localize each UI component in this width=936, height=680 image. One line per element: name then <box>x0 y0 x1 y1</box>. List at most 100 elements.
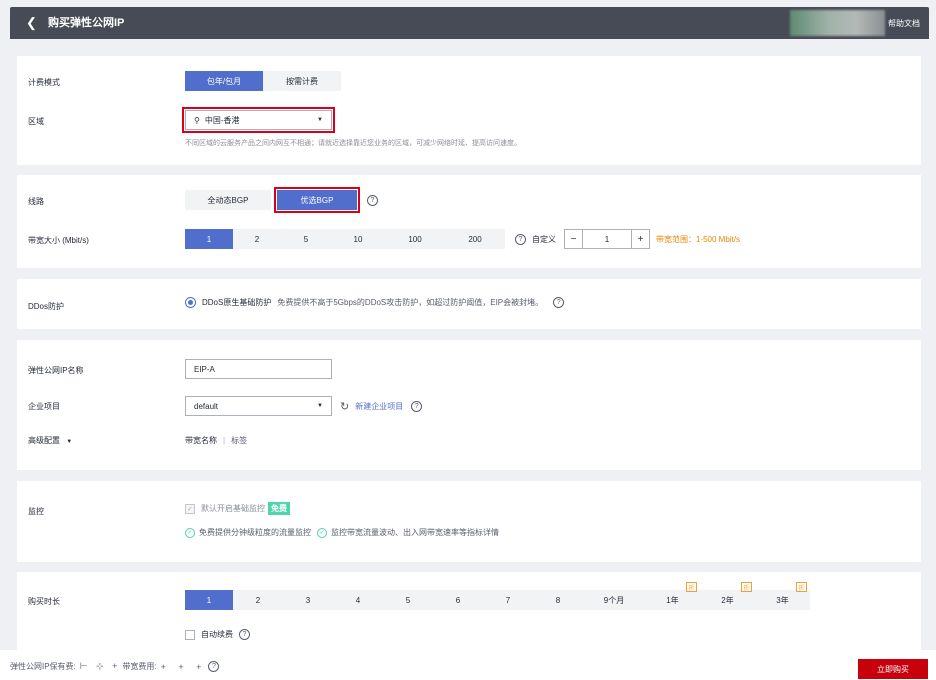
duration-option-9-months[interactable]: 9个月 <box>583 590 645 610</box>
bandwidth-input[interactable]: 1 <box>583 230 631 248</box>
enterprise-label: 企业项目 <box>28 402 60 411</box>
help-icon[interactable]: ? <box>411 400 423 412</box>
blurred-account-info <box>790 10 885 36</box>
bandwidth-options: 1 2 5 10 100 200 ? 自定义 − 1 + 带宽范围：1-500 … <box>185 229 740 249</box>
eip-name-label: 弹性公网IP名称 <box>28 366 84 375</box>
duration-option-3-years-label: 3年 <box>776 595 789 605</box>
help-icon[interactable]: ? <box>515 233 526 245</box>
billing-mode-label: 计费模式 <box>28 78 60 87</box>
eip-fee-label: 弹性公网IP保有费: <box>10 662 76 671</box>
ddos-option-row: DDoS原生基础防护 免费提供不高于5Gbps的DDoS攻击防护，如超过防护阈值… <box>185 297 565 308</box>
ddos-card: DDos防护 DDoS原生基础防护 免费提供不高于5Gbps的DDoS攻击防护，… <box>17 279 921 329</box>
eip-name-row: EIP-A <box>185 359 332 379</box>
duration-option-8[interactable]: 8 <box>533 590 583 610</box>
chevron-left-icon[interactable]: ❮ <box>26 16 37 29</box>
plus-button[interactable]: + <box>631 230 649 248</box>
advanced-config-toggle[interactable]: 高级配置 ▼ <box>28 435 72 446</box>
eip-config-card: 弹性公网IP名称 EIP-A 企业项目 default ▼ ↻ 新建企业项目 ?… <box>17 340 921 470</box>
bandwidth-option-5[interactable]: 5 <box>281 229 331 249</box>
billing-mode-tabs: 包年/包月 按需计费 <box>185 71 341 91</box>
billing-region-card: 计费模式 包年/包月 按需计费 区域 ⚲ 中国-香港 ▼ 不同区域的云服务产品之… <box>17 56 921 165</box>
minus-button[interactable]: − <box>565 230 583 248</box>
duration-option-7[interactable]: 7 <box>483 590 533 610</box>
duration-option-3[interactable]: 3 <box>283 590 333 610</box>
enterprise-row: default ▼ ↻ 新建企业项目 ? <box>185 396 423 416</box>
chevron-down-icon: ▼ <box>317 403 323 409</box>
line-option-full-bgp[interactable]: 全动态BGP <box>185 190 271 210</box>
ddos-label: DDos防护 <box>28 302 65 311</box>
auto-renew-row: 自动续费 ? <box>185 629 250 640</box>
bandwidth-option-200[interactable]: 200 <box>445 229 505 249</box>
refresh-icon[interactable]: ↻ <box>340 400 349 413</box>
duration-option-1[interactable]: 1 <box>185 590 233 610</box>
bandwidth-option-10[interactable]: 10 <box>331 229 385 249</box>
line-bandwidth-card: 线路 全动态BGP 优选BGP ? 带宽大小 (Mbit/s) 1 2 5 10… <box>17 175 921 268</box>
region-select-wrap: ⚲ 中国-香港 ▼ <box>182 107 335 133</box>
duration-card: 购买时长 1 2 3 4 5 6 7 8 9个月 1年 折 2年 折 3年 折 … <box>17 572 921 650</box>
advanced-options: 带宽名称 | 标签 <box>185 435 247 446</box>
page-title: 购买弹性公网IP <box>48 17 125 29</box>
line-option-preferred-bgp[interactable]: 优选BGP <box>274 187 360 213</box>
check-circle-icon: ✓ <box>185 527 195 538</box>
billing-option-yearly[interactable]: 包年/包月 <box>185 71 263 91</box>
buy-now-button[interactable]: 立即购买 <box>858 659 928 679</box>
radio-dot-icon <box>188 300 193 305</box>
help-icon[interactable]: ? <box>367 194 378 206</box>
bandwidth-option-2[interactable]: 2 <box>233 229 281 249</box>
bandwidth-option-1[interactable]: 1 <box>185 229 233 249</box>
ddos-radio[interactable] <box>185 297 196 308</box>
line-options: 全动态BGP 优选BGP ? <box>185 187 378 213</box>
chevron-down-icon: ▼ <box>317 117 323 123</box>
monitor-checkbox-row: ✓ 默认开启基础监控 免费 <box>185 502 290 515</box>
new-enterprise-link[interactable]: 新建企业项目 <box>355 401 403 412</box>
help-icon[interactable]: ? <box>553 297 565 308</box>
bandwidth-fee-label: 带宽费用: <box>122 662 157 671</box>
help-doc-link[interactable]: 帮助文档 <box>888 18 920 29</box>
duration-option-4[interactable]: 4 <box>333 590 383 610</box>
duration-option-3-years[interactable]: 3年 折 <box>755 582 810 610</box>
line-label: 线路 <box>28 197 44 206</box>
help-icon[interactable]: ? <box>239 629 250 640</box>
help-icon[interactable]: ? <box>208 661 220 672</box>
monitor-note-1: 免费提供分钟级粒度的流量监控 <box>199 528 311 537</box>
bandwidth-stepper: − 1 + <box>564 229 650 249</box>
region-select[interactable]: ⚲ 中国-香港 ▼ <box>182 107 335 133</box>
duration-option-2[interactable]: 2 <box>233 590 283 610</box>
enterprise-select[interactable]: default ▼ <box>185 396 332 416</box>
monitor-notes: ✓ 免费提供分钟级粒度的流量监控 ✓ 监控带宽流量波动、出入网带宽速率等指标详情 <box>185 527 499 538</box>
monitor-card: 监控 ✓ 默认开启基础监控 免费 ✓ 免费提供分钟级粒度的流量监控 ✓ 监控带宽… <box>17 481 921 562</box>
bandwidth-range-hint: 带宽范围：1-500 Mbit/s <box>656 234 741 244</box>
duration-option-2-years-label: 2年 <box>721 595 734 605</box>
custom-bandwidth-label: 自定义 <box>532 234 556 244</box>
tag-option[interactable]: 标签 <box>231 435 247 446</box>
bandwidth-name-option[interactable]: 带宽名称 <box>185 435 217 446</box>
location-pin-icon: ⚲ <box>194 115 200 125</box>
loading-placeholder-icon: ⊢ ⊹ + <box>79 661 121 671</box>
price-summary: 弹性公网IP保有费: ⊢ ⊹ + 带宽费用: + + + ? <box>10 661 220 672</box>
duration-option-1-year-label: 1年 <box>666 595 679 605</box>
eip-name-input[interactable]: EIP-A <box>185 359 332 379</box>
region-value: 中国-香港 <box>204 115 240 125</box>
duration-option-1-year[interactable]: 1年 折 <box>645 582 700 610</box>
enterprise-value: default <box>194 401 219 411</box>
duration-option-2-years[interactable]: 2年 折 <box>700 582 755 610</box>
discount-badge-icon: 折 <box>741 582 752 592</box>
monitor-checkbox-label: 默认开启基础监控 <box>201 504 265 513</box>
advanced-config-label: 高级配置 <box>28 436 60 445</box>
billing-option-on-demand[interactable]: 按需计费 <box>263 71 341 91</box>
region-hint: 不同区域的云服务产品之间内网互不相通；请就近选择靠近您业务的区域，可减少网络时延… <box>185 140 521 147</box>
ddos-option-label: DDoS原生基础防护 <box>202 298 272 307</box>
auto-renew-checkbox[interactable] <box>185 629 195 640</box>
bandwidth-option-100[interactable]: 100 <box>385 229 445 249</box>
discount-badge-icon: 折 <box>686 582 697 592</box>
duration-option-5[interactable]: 5 <box>383 590 433 610</box>
auto-renew-label: 自动续费 <box>201 630 233 639</box>
bandwidth-label: 带宽大小 (Mbit/s) <box>28 236 89 245</box>
region-label: 区域 <box>28 117 44 126</box>
check-icon: ✓ <box>185 503 195 514</box>
price-footer: 弹性公网IP保有费: ⊢ ⊹ + 带宽费用: + + + ? 立即购买 <box>0 650 936 680</box>
discount-badge-icon: 折 <box>796 582 807 592</box>
duration-option-6[interactable]: 6 <box>433 590 483 610</box>
ddos-description: 免费提供不高于5Gbps的DDoS攻击防护，如超过防护阈值，EIP会被封堵。 <box>277 298 544 307</box>
free-badge: 免费 <box>268 502 290 515</box>
